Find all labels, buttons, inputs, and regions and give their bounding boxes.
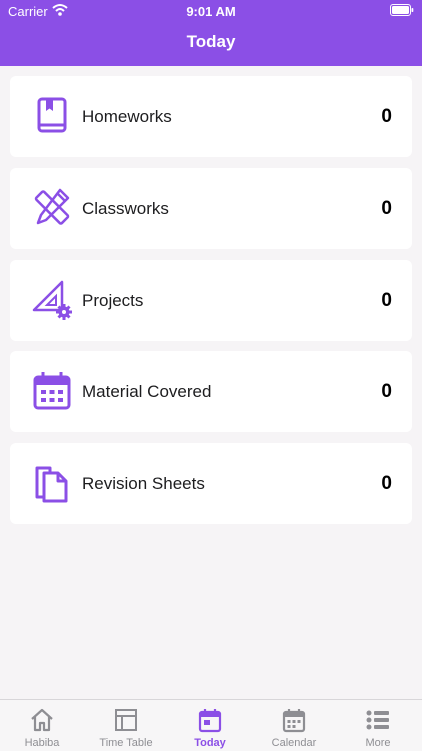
card-count: 0 xyxy=(381,106,392,127)
homeworks-card[interactable]: Homeworks 0 xyxy=(10,76,412,157)
table-icon xyxy=(115,709,137,731)
tab-time-table[interactable]: Time Table xyxy=(84,700,168,751)
navigation-bar: Carrier 9:01 AM Today xyxy=(0,0,422,66)
card-count: 0 xyxy=(381,473,392,494)
tab-more[interactable]: More xyxy=(336,700,420,751)
home-icon xyxy=(31,708,53,732)
card-label: Classworks xyxy=(82,199,169,218)
triangle-gear-icon xyxy=(32,280,72,320)
card-count: 0 xyxy=(381,381,392,402)
tab-habiba[interactable]: Habiba xyxy=(0,700,84,751)
calendar-icon xyxy=(33,372,71,410)
tab-label: Habiba xyxy=(24,737,60,749)
status-bar: Carrier 9:01 AM xyxy=(0,0,422,22)
material-covered-card[interactable]: Material Covered 0 xyxy=(10,351,412,432)
copy-document-icon xyxy=(35,466,68,503)
tab-label: Time Table xyxy=(99,737,153,749)
book-icon xyxy=(37,97,67,133)
tab-label: Today xyxy=(194,737,226,749)
revision-sheets-card[interactable]: Revision Sheets 0 xyxy=(10,443,412,524)
tab-calendar[interactable]: Calendar xyxy=(252,700,336,751)
tab-label: More xyxy=(365,737,391,749)
ruler-pencil-icon xyxy=(34,188,70,225)
calendar-day-icon xyxy=(198,709,222,733)
card-label: Material Covered xyxy=(82,382,212,401)
card-label: Projects xyxy=(82,291,144,310)
list-icon xyxy=(366,710,389,730)
tab-bar: Habiba Time Table Today Calendar More xyxy=(0,699,422,751)
card-count: 0 xyxy=(381,198,392,219)
tab-today[interactable]: Today xyxy=(168,700,252,751)
battery-icon xyxy=(390,4,414,16)
status-time: 9:01 AM xyxy=(186,4,236,19)
tab-label: Calendar xyxy=(271,737,317,749)
projects-card[interactable]: Projects 0 xyxy=(10,260,412,341)
card-label: Revision Sheets xyxy=(82,474,205,493)
classworks-card[interactable]: Classworks 0 xyxy=(10,168,412,249)
card-label: Homeworks xyxy=(82,107,172,126)
calendar-icon xyxy=(282,709,306,733)
page-title: Today xyxy=(186,32,236,51)
card-count: 0 xyxy=(381,290,392,311)
